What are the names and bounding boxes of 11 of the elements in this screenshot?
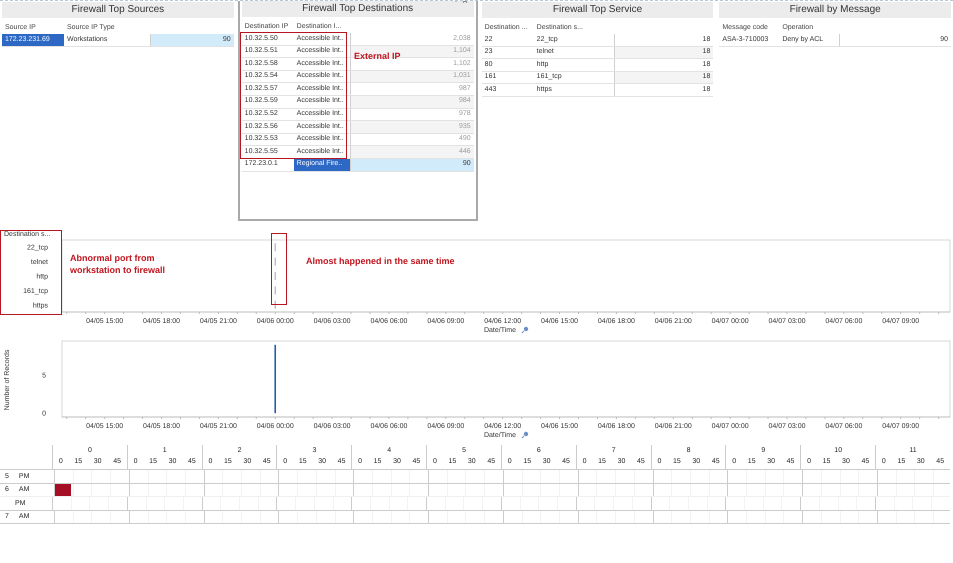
pin-icon[interactable] — [522, 326, 528, 334]
annotation-text: Abnormal port from workstation to firewall — [70, 252, 166, 276]
bar — [274, 344, 276, 414]
panel-title: Firewall by Message — [719, 2, 952, 18]
panel-title: Firewall Top Service — [482, 2, 714, 18]
panel-title: Firewall Top Destinations — [242, 1, 474, 17]
pin-icon[interactable] — [522, 432, 528, 438]
annotation-text: External IP — [354, 51, 401, 61]
panel-title: Firewall Top Sources — [2, 2, 234, 18]
highlight-frame — [271, 233, 287, 305]
annotation-text: Almost happened in the same time — [306, 256, 455, 266]
